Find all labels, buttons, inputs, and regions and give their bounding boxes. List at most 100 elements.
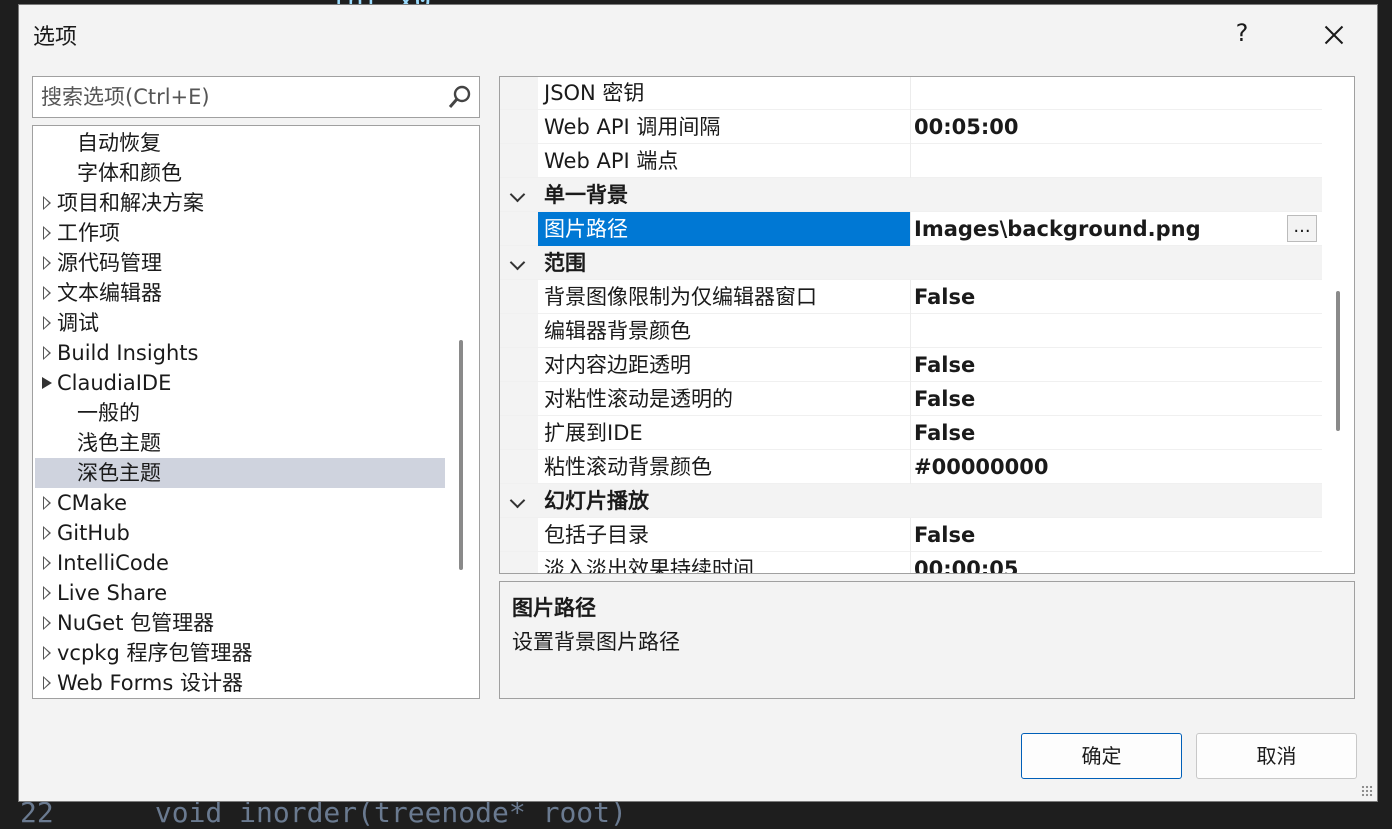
tree-item-label: vcpkg 程序包管理器 bbox=[57, 641, 253, 665]
property-value[interactable]: #00000000 bbox=[914, 450, 1049, 484]
property-name: 淡入淡出效果持续时间 bbox=[544, 557, 754, 574]
tree-item[interactable]: 工作项 bbox=[35, 218, 445, 248]
tree-item-label: IntelliCode bbox=[57, 551, 169, 575]
property-value[interactable]: False bbox=[914, 416, 975, 450]
grid-category-row[interactable]: 幻灯片播放 bbox=[500, 484, 1322, 518]
grid-property-row[interactable]: Web API 端点 bbox=[500, 144, 1322, 178]
column-separator bbox=[910, 382, 911, 416]
property-value[interactable]: False bbox=[914, 382, 975, 416]
property-value[interactable]: False bbox=[914, 348, 975, 382]
tree-scrollbar[interactable] bbox=[459, 340, 463, 570]
column-separator bbox=[910, 280, 911, 314]
property-value[interactable]: 00:05:00 bbox=[914, 110, 1018, 144]
tree-item[interactable]: IntelliCode bbox=[35, 548, 445, 578]
tree-item[interactable]: 项目和解决方案 bbox=[35, 188, 445, 218]
tree-item-label: 一般的 bbox=[77, 401, 140, 425]
tree-item-label: 调试 bbox=[57, 311, 99, 335]
tree-item[interactable]: 浅色主题 bbox=[35, 428, 445, 458]
grid-property-row[interactable]: 编辑器背景颜色 bbox=[500, 314, 1322, 348]
property-name: JSON 密钥 bbox=[544, 81, 645, 105]
chevron-right-icon[interactable] bbox=[43, 586, 51, 600]
property-name: 包括子目录 bbox=[544, 523, 649, 547]
tree-item-label: GitHub bbox=[57, 521, 130, 545]
cancel-button[interactable]: 取消 bbox=[1196, 733, 1357, 779]
ok-button[interactable]: 确定 bbox=[1021, 733, 1182, 779]
chevron-right-icon[interactable] bbox=[43, 196, 51, 210]
tree-item-label: ClaudiaIDE bbox=[57, 371, 172, 395]
grid-property-row[interactable]: 对内容边距透明 False bbox=[500, 348, 1322, 382]
close-icon[interactable] bbox=[1314, 15, 1354, 55]
tree-item[interactable]: 源代码管理 bbox=[35, 248, 445, 278]
tree-item[interactable]: 调试 bbox=[35, 308, 445, 338]
column-separator bbox=[910, 77, 911, 110]
search-icon[interactable] bbox=[447, 84, 473, 110]
property-value[interactable]: 00:00:05 bbox=[914, 552, 1018, 573]
chevron-right-icon[interactable] bbox=[43, 226, 51, 240]
grid-property-row[interactable]: 淡入淡出效果持续时间 00:00:05 bbox=[500, 552, 1322, 574]
tree-item[interactable]: CMake bbox=[35, 488, 445, 518]
chevron-right-icon[interactable] bbox=[43, 616, 51, 630]
tree-item-label: 字体和颜色 bbox=[77, 161, 182, 185]
grid-property-row[interactable]: 对粘性滚动是透明的 False bbox=[500, 382, 1322, 416]
tree-item[interactable]: vcpkg 程序包管理器 bbox=[35, 638, 445, 668]
chevron-right-icon[interactable] bbox=[43, 316, 51, 330]
chevron-right-icon[interactable] bbox=[43, 556, 51, 570]
chevron-right-icon[interactable] bbox=[43, 646, 51, 660]
property-value[interactable]: False bbox=[914, 280, 975, 314]
chevron-right-icon[interactable] bbox=[43, 346, 51, 360]
property-value[interactable]: Images\background.png bbox=[914, 212, 1201, 246]
property-name: Web API 端点 bbox=[544, 149, 679, 173]
column-separator bbox=[910, 110, 911, 144]
tree-item[interactable]: Live Share bbox=[35, 578, 445, 608]
tree-item[interactable]: 自动恢复 bbox=[35, 128, 445, 158]
grid-property-row[interactable]: 背景图像限制为仅编辑器窗口 False bbox=[500, 280, 1322, 314]
grid-property-row[interactable]: 图片路径 Images\background.png... bbox=[500, 212, 1322, 246]
tree-item[interactable]: GitHub bbox=[35, 518, 445, 548]
tree-item[interactable]: Build Insights bbox=[35, 338, 445, 368]
resize-grip-icon[interactable] bbox=[1361, 785, 1373, 797]
tree-item[interactable]: Web Forms 设计器 bbox=[35, 668, 445, 698]
search-box bbox=[32, 76, 480, 118]
chevron-right-icon[interactable] bbox=[43, 256, 51, 270]
tree-item[interactable]: NuGet 包管理器 bbox=[35, 608, 445, 638]
property-name: 编辑器背景颜色 bbox=[544, 319, 691, 343]
tree-item[interactable]: 一般的 bbox=[35, 398, 445, 428]
options-tree: 自动恢复字体和颜色项目和解决方案工作项源代码管理 文本编辑器调试 Build Ins… bbox=[32, 125, 480, 699]
grid-property-row[interactable]: 粘性滚动背景颜色 #00000000 bbox=[500, 450, 1322, 484]
chevron-right-icon[interactable] bbox=[43, 676, 51, 690]
dialog-title: 选项 bbox=[33, 25, 78, 50]
grid-property-row[interactable]: Web API 调用间隔 00:05:00 bbox=[500, 110, 1322, 144]
property-name: 背景图像限制为仅编辑器窗口 bbox=[544, 285, 817, 309]
grid-property-row[interactable]: JSON 密钥 bbox=[500, 77, 1322, 110]
help-button[interactable]: ? bbox=[1224, 15, 1260, 51]
tree-item[interactable]: 深色主题 bbox=[35, 458, 445, 488]
grid-property-row[interactable]: 包括子目录 False bbox=[500, 518, 1322, 552]
tree-item-label: Web Forms 设计器 bbox=[57, 671, 243, 695]
column-separator bbox=[910, 144, 911, 178]
tree-item-label: 浅色主题 bbox=[77, 431, 161, 455]
tree-item-label: 自动恢复 bbox=[77, 131, 161, 155]
chevron-down-icon[interactable] bbox=[42, 377, 52, 389]
search-input[interactable] bbox=[33, 77, 449, 117]
tree-item-label: NuGet 包管理器 bbox=[57, 611, 215, 635]
grid-property-row[interactable]: 扩展到IDE False bbox=[500, 416, 1322, 450]
tree-item-label: 工作项 bbox=[57, 221, 120, 245]
grid-category-row[interactable]: 单一背景 bbox=[500, 178, 1322, 212]
chevron-down-icon[interactable] bbox=[509, 254, 526, 271]
tree-item[interactable]: 字体和颜色 bbox=[35, 158, 445, 188]
chevron-down-icon[interactable] bbox=[509, 492, 526, 509]
options-dialog: 选项 ? 自动恢复字体和颜色项目和解决方案工作项源代码管理文本编辑器调试 Buil… bbox=[18, 4, 1378, 802]
description-panel: 图片路径 设置背景图片路径 bbox=[499, 581, 1355, 699]
grid-category-row[interactable]: 范围 bbox=[500, 246, 1322, 280]
chevron-right-icon[interactable] bbox=[43, 526, 51, 540]
chevron-right-icon[interactable] bbox=[43, 496, 51, 510]
chevron-right-icon[interactable] bbox=[43, 286, 51, 300]
tree-item[interactable]: 文本编辑器 bbox=[35, 278, 445, 308]
tree-item-label: Live Share bbox=[57, 581, 168, 605]
grid-scrollbar[interactable] bbox=[1336, 291, 1340, 431]
tree-item[interactable]: ClaudiaIDE bbox=[35, 368, 445, 398]
property-value[interactable]: False bbox=[914, 518, 975, 552]
chevron-down-icon[interactable] bbox=[509, 186, 526, 203]
property-grid: JSON 密钥 Web API 调用间隔 00:05:00 Web API 端点单一背… bbox=[499, 76, 1355, 574]
browse-button[interactable]: ... bbox=[1287, 215, 1317, 242]
